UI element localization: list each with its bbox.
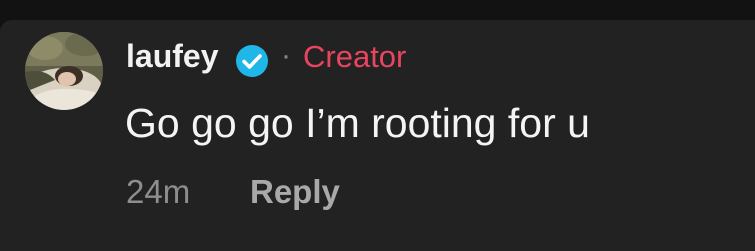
- separator-dot: ·: [281, 39, 291, 72]
- reply-button[interactable]: Reply: [250, 172, 340, 212]
- avatar-image: [25, 32, 103, 110]
- comment-card: laufey · Creator Go go go I’m rooting fo…: [0, 20, 755, 251]
- verified-check-icon: [236, 45, 268, 77]
- avatar[interactable]: [25, 32, 103, 110]
- comment-timestamp: 24m: [126, 173, 191, 210]
- comment-author[interactable]: laufey: [126, 36, 218, 76]
- comment-text: Go go go I’m rooting for u: [125, 100, 590, 146]
- creator-badge: Creator: [303, 39, 407, 74]
